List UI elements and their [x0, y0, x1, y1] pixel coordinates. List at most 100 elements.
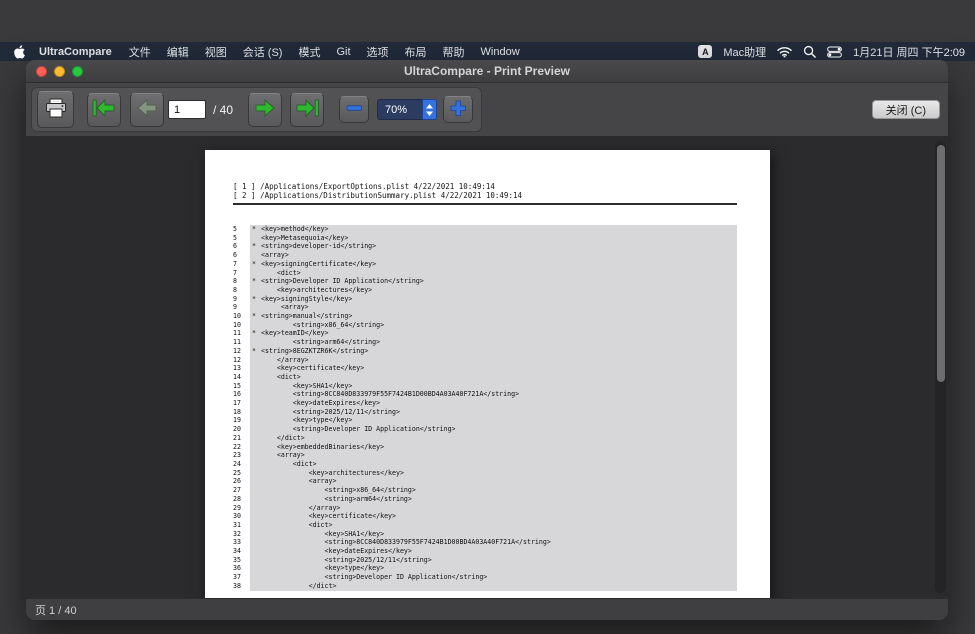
diff-marker: * [250, 329, 261, 338]
menu-item[interactable]: 选项 [367, 44, 389, 60]
previous-page-button[interactable] [130, 93, 164, 127]
diff-marker [250, 425, 261, 434]
menu-item[interactable]: 帮助 [443, 44, 465, 60]
control-center-icon[interactable] [827, 46, 842, 58]
line-number: 29 [233, 504, 250, 513]
print-button[interactable] [37, 91, 74, 128]
line-text: </array> [261, 356, 309, 365]
line-band: <array> [250, 477, 737, 486]
diff-marker [250, 373, 261, 382]
line-band: <array> [250, 451, 737, 460]
menu-item[interactable]: Window [481, 46, 520, 58]
menu-clock[interactable]: 1月21日 周四 下午2:09 [853, 44, 965, 60]
diff-marker [250, 512, 261, 521]
line-number: 28 [233, 495, 250, 504]
zoom-stepper[interactable] [422, 99, 437, 120]
line-band: <dict> [250, 373, 737, 382]
menu-bar-left: UltraCompare 文件编辑视图会话 (S) 模式 Git 选项布局帮助 Wind… [10, 44, 528, 60]
minimize-window-button[interactable] [54, 66, 65, 77]
diff-marker: * [250, 260, 261, 269]
menu-item[interactable]: Git [336, 46, 350, 58]
line-band: <key>SHA1</key> [250, 530, 737, 539]
fullscreen-window-button[interactable] [72, 66, 83, 77]
page-indicator: 页 1 / 40 [35, 602, 77, 618]
file-header-line: [ 1 ] /Applications/ExportOptions.plist … [233, 182, 737, 191]
diff-marker [250, 408, 261, 417]
line-text: <string>x86_64</string> [261, 321, 384, 330]
diff-marker [250, 582, 261, 591]
last-page-button[interactable] [290, 93, 324, 127]
apple-menu-icon[interactable] [14, 45, 26, 59]
diff-marker [250, 451, 261, 460]
menu-item[interactable]: 模式 [298, 44, 320, 60]
line-text: <string>Developer ID Application</string… [261, 277, 424, 286]
line-text: <key>embeddedBinaries</key> [261, 443, 384, 452]
diff-line: 9 <array> [233, 303, 737, 312]
diff-marker [250, 495, 261, 504]
next-page-button[interactable] [248, 93, 282, 127]
line-number: 5 [233, 234, 250, 243]
line-text: <string>Developer ID Application</string… [261, 425, 456, 434]
vertical-scrollbar[interactable] [935, 141, 946, 593]
input-source-icon[interactable]: A [698, 45, 712, 58]
line-band: *<key>teamID</key> [250, 329, 737, 338]
diff-line: 30 <key>certificate</key> [233, 512, 737, 521]
line-number: 32 [233, 530, 250, 539]
menu-item[interactable]: 文件 [129, 44, 151, 60]
menu-item[interactable]: 视图 [205, 44, 227, 60]
line-number: 16 [233, 390, 250, 399]
line-number: 12 [233, 356, 250, 365]
diff-marker [250, 556, 261, 565]
diff-line: 25 <key>architectures</key> [233, 469, 737, 478]
diff-lines: 5 *<key>method</key> 5 <key>Metasequoia<… [233, 225, 737, 591]
diff-marker [250, 303, 261, 312]
previous-page-icon [135, 98, 159, 121]
line-text: <key>signingCertificate</key> [261, 260, 376, 269]
diff-line: 36 <key>type</key> [233, 564, 737, 573]
diff-marker [250, 390, 261, 399]
zoom-out-button[interactable] [339, 96, 369, 123]
diff-line: 16 <string>8CC840D833979F55F7424B1D00BD4… [233, 390, 737, 399]
line-text: <string>x86_64</string> [261, 486, 416, 495]
diff-line: 37 <string>Developer ID Application</str… [233, 573, 737, 582]
search-icon[interactable] [803, 45, 816, 58]
line-band: <key>embeddedBinaries</key> [250, 443, 737, 452]
line-band: <string>arm64</string> [250, 495, 737, 504]
zoom-in-button[interactable] [443, 96, 473, 123]
stepper-arrows-icon [425, 103, 434, 117]
zoom-select[interactable]: 70% [377, 99, 437, 120]
line-band: <key>architectures</key> [250, 469, 737, 478]
close-window-button[interactable] [36, 66, 47, 77]
close-preview-button[interactable]: 关闭 (C) [872, 100, 940, 119]
last-page-icon [295, 98, 319, 121]
menu-item[interactable]: 会话 (S) [243, 44, 283, 60]
line-text: <key>SHA1</key> [261, 530, 384, 539]
menu-item[interactable]: 编辑 [167, 44, 189, 60]
menu-item[interactable]: 布局 [405, 44, 427, 60]
diff-marker: * [250, 347, 261, 356]
first-page-button[interactable] [87, 93, 121, 127]
line-number: 25 [233, 469, 250, 478]
diff-marker [250, 443, 261, 452]
diff-line: 18 <string>2025/12/11</string> [233, 408, 737, 417]
diff-line: 8 *<string>Developer ID Application</str… [233, 277, 737, 286]
line-text: <string>manual</string> [261, 312, 352, 321]
line-band: *<key>signingCertificate</key> [250, 260, 737, 269]
assistant-menu-item[interactable]: Mac助理 [723, 44, 766, 60]
menu-bar-status: A Mac助理 1月21日 周四 下午2:09 [698, 44, 965, 60]
page-number-input[interactable] [168, 100, 206, 119]
line-text: <key>certificate</key> [261, 512, 396, 521]
line-text: <key>teamID</key> [261, 329, 329, 338]
diff-line: 23 <array> [233, 451, 737, 460]
line-band: <string>2025/12/11</string> [250, 556, 737, 565]
file-header: [ 1 ] /Applications/ExportOptions.plist … [233, 182, 737, 200]
diff-marker [250, 286, 261, 295]
file-header-line: [ 2 ] /Applications/DistributionSummary.… [233, 191, 737, 200]
diff-marker [250, 269, 261, 278]
diff-marker: * [250, 225, 261, 234]
title-bar[interactable]: UltraCompare - Print Preview [26, 60, 948, 83]
wifi-icon[interactable] [777, 46, 792, 58]
scrollbar-thumb[interactable] [937, 145, 945, 382]
preview-area: [ 1 ] /Applications/ExportOptions.plist … [26, 136, 948, 598]
menu-app-name[interactable]: UltraCompare [39, 46, 112, 58]
